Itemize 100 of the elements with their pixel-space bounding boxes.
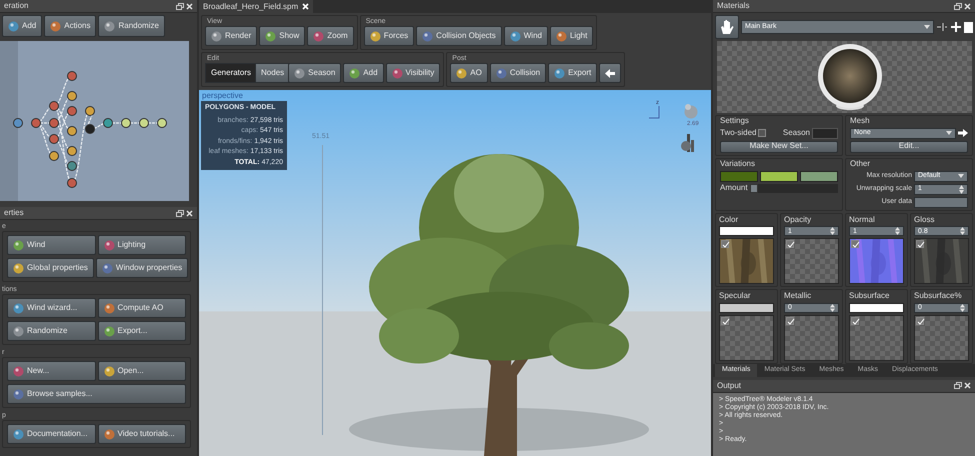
button[interactable]: Edit... <box>850 140 968 153</box>
graph-node[interactable] <box>13 118 23 128</box>
close-icon[interactable] <box>186 2 193 10</box>
restore-icon[interactable] <box>954 2 962 10</box>
button[interactable]: Light <box>550 26 594 46</box>
button[interactable]: Global properties <box>7 258 94 278</box>
color-swatch[interactable] <box>849 303 904 314</box>
texture-slot[interactable] <box>719 238 774 284</box>
spinner-icon <box>959 184 964 194</box>
close-icon[interactable] <box>964 382 971 390</box>
panel-title: erties <box>4 207 24 219</box>
hand-button[interactable] <box>715 15 739 39</box>
button[interactable]: Open... <box>98 361 186 381</box>
button[interactable]: Collision <box>490 63 546 83</box>
graph-node[interactable] <box>67 71 77 81</box>
add-icon[interactable] <box>950 21 962 33</box>
button[interactable]: Documentation... <box>7 424 96 444</box>
button[interactable]: Render <box>205 26 258 46</box>
texture-slot[interactable] <box>914 238 969 284</box>
graph-node[interactable] <box>67 178 77 188</box>
restore-icon[interactable] <box>954 382 962 390</box>
input-field[interactable] <box>914 196 968 208</box>
circle-icon <box>8 20 19 32</box>
color-swatch[interactable] <box>800 170 838 182</box>
graph-node[interactable] <box>139 118 149 128</box>
button[interactable]: Randomize <box>98 15 165 37</box>
restore-icon[interactable] <box>176 210 184 216</box>
graph-node[interactable] <box>49 151 59 161</box>
button[interactable]: Video tutorials... <box>98 424 186 444</box>
button[interactable]: Actions <box>44 15 96 37</box>
texture-slot[interactable] <box>784 315 839 362</box>
graph-node[interactable] <box>67 126 77 136</box>
checkbox[interactable] <box>786 317 794 326</box>
texture-slot[interactable] <box>849 315 904 362</box>
checkbox[interactable] <box>851 317 859 326</box>
graph-node[interactable] <box>31 118 41 128</box>
button[interactable]: Collision Objects <box>416 26 502 46</box>
slider-thumb[interactable] <box>750 184 758 193</box>
circle-icon <box>510 30 521 42</box>
button[interactable]: Forces <box>364 26 414 46</box>
color-swatch[interactable] <box>719 303 774 314</box>
button[interactable]: Wind <box>504 26 548 46</box>
button[interactable]: Lighting <box>98 235 186 255</box>
button[interactable]: Add <box>2 15 42 37</box>
restore-icon[interactable] <box>176 2 184 10</box>
graph-node[interactable] <box>121 118 131 128</box>
button[interactable]: Window properties <box>96 258 188 278</box>
texture-slot[interactable] <box>784 238 839 284</box>
checkbox[interactable] <box>916 317 924 326</box>
caret-icon <box>924 25 930 29</box>
graph-node[interactable] <box>67 91 77 101</box>
button[interactable]: Season <box>288 63 342 83</box>
graph-node[interactable] <box>85 106 95 116</box>
button[interactable]: AO <box>450 63 488 83</box>
graph-node[interactable] <box>157 118 167 128</box>
close-icon[interactable] <box>186 210 193 216</box>
document-tab[interactable]: Broadleaf_Hero_Field.spm <box>199 0 314 13</box>
season-field[interactable] <box>812 128 838 139</box>
graph-node[interactable] <box>49 134 59 144</box>
graph-node[interactable] <box>85 124 95 134</box>
color-swatch[interactable] <box>760 170 798 182</box>
graph-node[interactable] <box>103 118 113 128</box>
button[interactable]: Compute AO <box>98 298 186 318</box>
button[interactable]: Export <box>548 63 598 83</box>
section-title: Mesh <box>850 117 871 126</box>
arrow-icon[interactable] <box>958 129 968 138</box>
color-swatch[interactable] <box>720 170 758 182</box>
button[interactable]: Show <box>259 26 306 46</box>
checkbox[interactable] <box>721 317 729 326</box>
back-button[interactable] <box>599 63 622 83</box>
checkbox[interactable] <box>851 240 859 248</box>
button[interactable]: Zoom <box>307 26 354 46</box>
circle-icon <box>13 240 24 250</box>
graph-node[interactable] <box>67 146 77 156</box>
button[interactable]: Wind wizard... <box>7 298 96 318</box>
graph-node[interactable] <box>67 161 77 171</box>
texture-slot[interactable] <box>719 315 774 362</box>
color-swatch[interactable] <box>719 226 774 236</box>
texture-slot[interactable] <box>914 315 969 362</box>
button[interactable]: New... <box>7 361 96 381</box>
button[interactable]: Visibility <box>386 63 440 83</box>
graph-node[interactable] <box>49 101 59 111</box>
checkbox[interactable] <box>786 240 794 248</box>
button[interactable]: Export... <box>98 321 186 341</box>
split-icon[interactable] <box>936 21 948 33</box>
checkbox[interactable] <box>758 129 766 138</box>
close-icon[interactable] <box>964 2 971 10</box>
checkbox[interactable] <box>721 240 729 248</box>
button[interactable]: Browse samples... <box>7 384 186 404</box>
segment-button[interactable]: Generators <box>205 63 258 83</box>
graph-node[interactable] <box>49 118 59 128</box>
segment-button[interactable]: Nodes <box>255 63 290 83</box>
checkbox[interactable] <box>916 240 924 248</box>
texture-slot[interactable] <box>849 238 904 284</box>
button[interactable]: Randomize <box>7 321 96 341</box>
button[interactable]: Wind <box>7 235 96 255</box>
button[interactable]: Add <box>343 63 384 83</box>
button[interactable]: Make New Set... <box>720 140 838 153</box>
spinner-icon <box>960 227 965 236</box>
graph-node[interactable] <box>67 106 77 116</box>
